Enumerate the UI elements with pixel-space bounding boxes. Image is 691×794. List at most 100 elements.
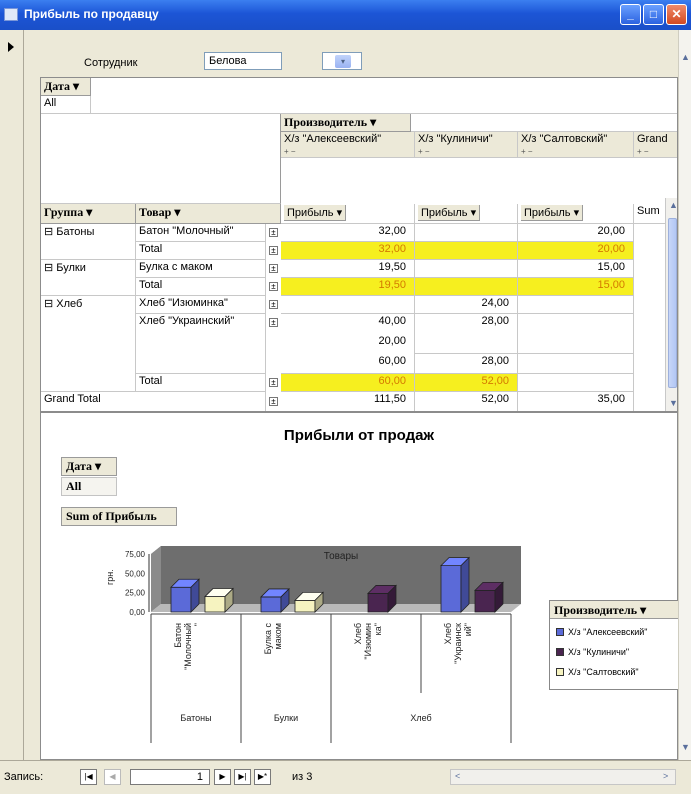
subtotal-cell[interactable] [518,374,634,392]
chart-legend[interactable]: Производитель ▾ Х/з "Алексеевский" Х/з "… [549,600,683,690]
scroll-up-icon[interactable]: ▲ [681,52,690,62]
row-group-batony[interactable]: ⊟ Батоны [41,224,136,260]
subtotal-cell[interactable]: 19,50 [281,278,415,296]
column-field-button[interactable]: Производитель ▾ [281,114,411,132]
chevron-down-icon[interactable]: ▾ [335,55,351,68]
record-selector[interactable] [0,30,24,760]
bar [204,596,226,613]
pivot-filter-value[interactable]: All [41,96,91,114]
scroll-down-icon[interactable]: ▼ [669,398,677,408]
data-cell[interactable]: 19,50 [281,260,415,278]
subtotal-cell[interactable]: 20,00 [518,242,634,260]
data-cell[interactable]: 28,00 [415,314,518,354]
data-cell[interactable]: 20,00 [281,334,415,354]
data-cell[interactable] [518,354,634,374]
close-button[interactable]: ✕ [666,4,687,25]
y-tick-label: 25,00 [125,589,146,598]
expand-collapse-icon[interactable]: + − [521,147,533,156]
row-item[interactable]: Хлеб "Изюминка" [136,296,266,314]
expand-collapse-icon[interactable]: + − [637,147,649,156]
scroll-left-icon[interactable]: < [455,771,460,781]
column-header-kulinichi[interactable]: Х/з "Кулиничи" [415,132,518,158]
group-label: Хлеб [410,713,431,723]
pivot-filter-field-button[interactable]: Дата ▾ [41,78,91,96]
data-cell[interactable] [518,314,634,354]
data-cell[interactable]: 15,00 [518,260,634,278]
bar [440,565,462,613]
data-cell[interactable]: 24,00 [415,296,518,314]
row-item[interactable]: Булка с маком [136,260,266,278]
subtotal-cell[interactable] [415,242,518,260]
new-record-button[interactable]: ▶* [254,769,271,785]
subtotal-cell[interactable] [415,278,518,296]
grand-total-cell[interactable]: 52,00 [415,392,518,411]
legend-field-button[interactable]: Производитель ▾ [550,601,682,619]
next-record-button[interactable]: ▶ [214,769,231,785]
column-header-alekseevsky[interactable]: Х/з "Алексеевский" [281,132,415,158]
scroll-right-icon[interactable]: > [663,771,668,781]
row-field-group-button[interactable]: Группа ▾ [41,204,136,224]
expand-icon[interactable]: ± [269,282,278,291]
record-navigation-bar: Запись: |◀ ◀ 1 ▶ ▶| ▶* из 3 < > [0,760,691,794]
row-group-hleb[interactable]: ⊟ Хлеб [41,296,136,392]
expand-icon[interactable]: ± [269,228,278,237]
row-item-total[interactable]: Total [136,278,266,296]
column-header-saltovsky[interactable]: Х/з "Салтовский" [518,132,634,158]
bar [367,593,389,613]
row-item-total[interactable]: Total [136,242,266,260]
data-cell[interactable] [281,296,415,314]
row-item-total[interactable]: Total [136,374,266,392]
expand-icon[interactable]: ± [269,397,278,406]
expand-icon[interactable]: ± [269,318,278,327]
first-record-button[interactable]: |◀ [80,769,97,785]
expand-icon[interactable]: ± [269,246,278,255]
expand-icon[interactable]: ± [269,378,278,387]
subtotal-cell[interactable]: 32,00 [281,242,415,260]
data-cell[interactable]: 20,00 [518,224,634,242]
pivot-chart[interactable]: Прибыли от продаж Дата ▾ All Sum of Приб… [40,412,683,760]
pivot-vertical-scrollbar[interactable]: ▲ ▼ [665,198,677,411]
last-record-button[interactable]: ▶| [234,769,251,785]
subtotal-cell[interactable]: 52,00 [415,374,518,392]
prev-record-button[interactable]: ◀ [104,769,121,785]
scroll-up-icon[interactable]: ▲ [669,200,677,210]
subtotal-cell[interactable]: 60,00 [281,374,415,392]
expand-icon[interactable]: ± [269,300,278,309]
row-item[interactable]: Батон "Молочный" [136,224,266,242]
legend-swatch [556,628,564,636]
data-cell[interactable] [415,224,518,242]
expand-collapse-icon[interactable]: + − [418,147,430,156]
data-cell[interactable]: 28,00 [415,354,518,374]
data-field-button[interactable]: Прибыль ▾ [521,205,584,221]
form-body: Сотрудник Белова ▾ Дата ▾ All Производит… [24,30,683,760]
data-cell[interactable] [518,296,634,314]
row-field-item-button[interactable]: Товар ▾ [136,204,281,224]
subtotal-cell[interactable]: 15,00 [518,278,634,296]
grand-total-row-label[interactable]: Grand Total [41,392,266,411]
grand-total-cell[interactable]: 35,00 [518,392,634,411]
legend-item: Х/з "Салтовский" [556,667,639,677]
maximize-button[interactable]: □ [643,4,664,25]
data-cell[interactable]: 40,00 [281,314,415,334]
data-cell[interactable]: 60,00 [281,354,415,374]
minimize-button[interactable]: _ [620,4,641,25]
horizontal-scrollbar[interactable]: < > [450,769,676,785]
scroll-thumb[interactable] [668,218,677,388]
row-item[interactable]: Хлеб "Украинский" [136,314,266,374]
data-cell[interactable]: 32,00 [281,224,415,242]
data-field-button[interactable]: Прибыль ▾ [418,205,481,221]
data-cell[interactable] [415,260,518,278]
form-vertical-scrollbar[interactable]: ▲ ▼ [678,30,691,760]
pivot-table[interactable]: Дата ▾ All Производитель ▾ Х/з "Алексеев… [40,77,678,412]
record-number-field[interactable]: 1 [130,769,210,785]
employee-combo[interactable]: ▾ [322,52,362,70]
legend-item: Х/з "Алексеевский" [556,627,648,637]
expand-icon[interactable]: ± [269,264,278,273]
row-group-bulki[interactable]: ⊟ Булки [41,260,136,296]
employee-field[interactable]: Белова [204,52,282,70]
scroll-down-icon[interactable]: ▼ [681,742,690,752]
expand-collapse-icon[interactable]: + − [284,147,296,156]
legend-swatch [556,648,564,656]
grand-total-cell[interactable]: 111,50 [281,392,415,411]
data-field-button[interactable]: Прибыль ▾ [284,205,347,221]
